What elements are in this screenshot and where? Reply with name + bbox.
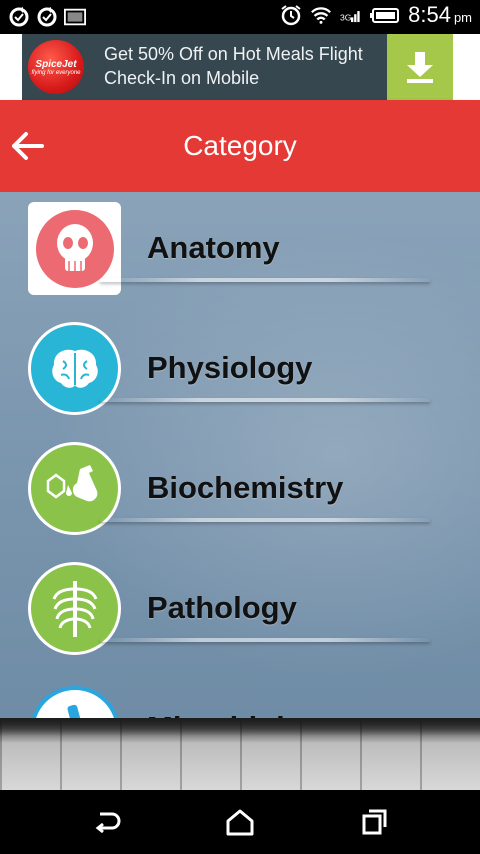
category-label: Physiology <box>147 350 313 385</box>
microbiology-icon-tile <box>30 686 120 718</box>
signal-icon: 3G <box>340 11 360 22</box>
status-bar: 3G 8:54 pm <box>0 0 480 34</box>
category-item-physiology[interactable]: Physiology <box>0 312 480 432</box>
sync-icon <box>9 7 29 27</box>
wifi-icon <box>311 7 332 24</box>
app-header: Category <box>0 100 480 192</box>
battery-icon <box>370 8 400 23</box>
back-nav-icon[interactable] <box>90 808 122 836</box>
brain-icon <box>51 349 98 388</box>
sync-icon-2 <box>37 7 57 27</box>
category-label: Pathology <box>147 590 297 625</box>
svg-text:3G: 3G <box>340 12 352 22</box>
ad-download-button[interactable] <box>387 34 453 100</box>
category-item-anatomy[interactable]: Anatomy <box>0 192 480 312</box>
category-label: Microbiology <box>147 710 340 718</box>
ad-content[interactable]: SpiceJet flying for everyone Get 50% Off… <box>22 34 453 100</box>
clock: 8:54 pm <box>408 2 472 27</box>
ad-text[interactable]: Get 50% Off on Hot Meals Flight Check-In… <box>104 42 384 90</box>
category-item-pathology[interactable]: Pathology <box>0 552 480 672</box>
home-nav-icon[interactable] <box>224 808 256 836</box>
category-item-microbiology[interactable]: Microbiology <box>0 672 480 718</box>
recents-nav-icon[interactable] <box>358 808 390 836</box>
flask-icon <box>46 464 97 501</box>
skull-icon <box>56 223 93 271</box>
shelf-divider <box>100 278 430 282</box>
ad-brand-logo: SpiceJet flying for everyone <box>28 40 84 94</box>
shelf-divider <box>100 638 430 642</box>
category-item-biochemistry[interactable]: Biochemistry <box>0 432 480 552</box>
ad-banner[interactable]: SpiceJet flying for everyone Get 50% Off… <box>0 34 480 134</box>
ribcage-icon <box>52 580 97 637</box>
alarm-icon <box>281 5 301 26</box>
floor-shadow <box>0 718 480 736</box>
system-nav-bar <box>0 790 480 854</box>
category-label: Anatomy <box>147 230 280 265</box>
page-title: Category <box>183 130 297 161</box>
category-list: Anatomy Physiology Biochemistry Patholog… <box>0 192 480 718</box>
shelf-divider <box>100 518 430 522</box>
category-label: Biochemistry <box>147 470 344 505</box>
microscope-icon <box>67 704 83 718</box>
shelf-divider <box>100 398 430 402</box>
download-icon <box>407 52 433 83</box>
screenshot-icon <box>64 8 86 26</box>
